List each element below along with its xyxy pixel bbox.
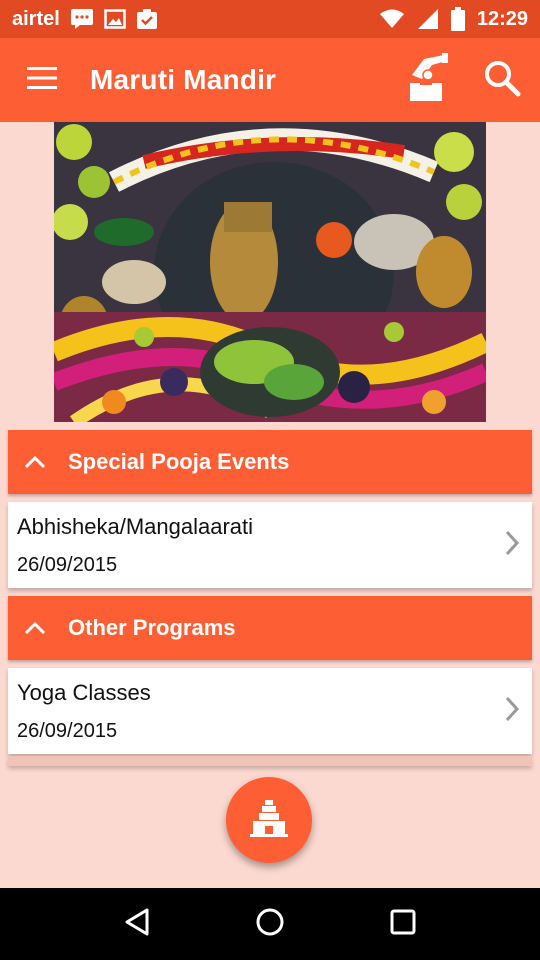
list-footer-divider xyxy=(8,756,532,766)
event-card-abhisheka[interactable]: Abhisheka/Mangalaarati 26/09/2015 xyxy=(8,502,532,588)
event-card-yoga[interactable]: Yoga Classes 26/09/2015 xyxy=(8,668,532,754)
system-nav-bar xyxy=(0,888,540,960)
chevron-right-icon xyxy=(504,696,520,727)
temple-fab-button[interactable] xyxy=(226,777,312,863)
signal-icon xyxy=(417,8,439,30)
recents-button[interactable] xyxy=(368,889,438,959)
image-icon xyxy=(104,9,126,29)
sms-icon xyxy=(70,8,94,30)
chevron-up-icon xyxy=(12,621,58,635)
home-icon xyxy=(255,907,285,942)
search-icon xyxy=(483,59,521,102)
battery-icon xyxy=(450,7,465,31)
search-button[interactable] xyxy=(464,38,540,122)
chevron-up-icon xyxy=(12,455,58,469)
clipboard-check-icon xyxy=(136,8,158,30)
temple-deity-photo xyxy=(54,122,486,422)
clock: 12:29 xyxy=(476,7,528,30)
carrier-name: airtel xyxy=(12,7,60,30)
back-button[interactable] xyxy=(102,889,172,959)
event-name: Yoga Classes xyxy=(17,680,151,705)
section-header-other-programs[interactable]: Other Programs xyxy=(8,596,532,660)
recents-icon xyxy=(390,909,416,940)
home-button[interactable] xyxy=(235,889,305,959)
section-title: Special Pooja Events xyxy=(68,449,290,474)
chevron-right-icon xyxy=(504,530,520,561)
section-header-special-pooja[interactable]: Special Pooja Events xyxy=(8,430,532,494)
donation-box-icon xyxy=(402,52,450,108)
wifi-icon xyxy=(379,9,405,29)
section-title: Other Programs xyxy=(68,615,236,640)
app-bar: Maruti Mandir xyxy=(0,38,540,122)
event-date: 26/09/2015 xyxy=(17,720,118,742)
event-name: Abhisheka/Mangalaarati xyxy=(17,514,254,539)
status-bar: airtel 12:29 xyxy=(0,0,540,38)
event-date: 26/09/2015 xyxy=(17,554,118,576)
back-icon xyxy=(123,907,151,942)
app-title: Maruti Mandir xyxy=(90,64,277,95)
hamburger-menu-icon xyxy=(27,66,57,94)
menu-button[interactable] xyxy=(0,38,84,122)
temple-gopuram-icon xyxy=(249,798,289,843)
donate-button[interactable] xyxy=(388,38,464,122)
